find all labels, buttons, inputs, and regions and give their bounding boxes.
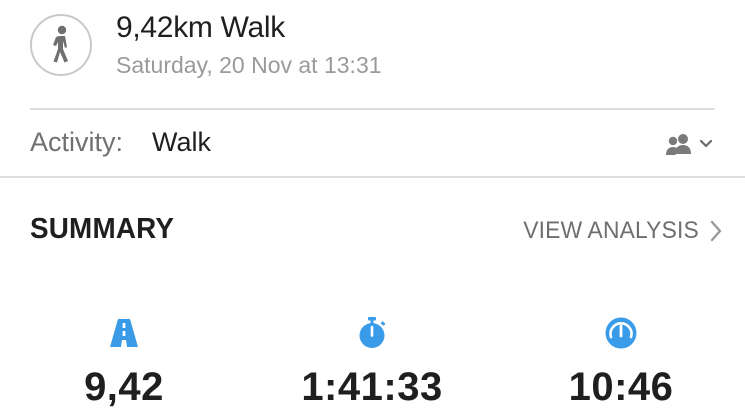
stat-pace-value: 10:46 (568, 365, 674, 409)
people-icon (666, 134, 691, 155)
privacy-dropdown-button[interactable] (664, 130, 718, 160)
road-icon (110, 319, 138, 347)
view-analysis-label: VIEW ANALYSIS (523, 217, 699, 244)
view-analysis-link[interactable]: VIEW ANALYSIS (514, 216, 723, 246)
activity-datetime: Saturday, 20 Nov at 13:31 (116, 52, 382, 78)
chevron-down-icon (699, 139, 713, 148)
activity-type-badge (30, 14, 92, 76)
stat-duration-value: 1:41:33 (301, 365, 443, 409)
activity-type-row[interactable]: Activity: Walk (0, 110, 745, 176)
activity-header: 9,42km Walk Saturday, 20 Nov at 13:31 (0, 0, 745, 108)
activity-type-value: Walk (152, 127, 211, 157)
stat-distance-value: 9,42 (84, 365, 164, 409)
summary-heading: SUMMARY (30, 213, 175, 245)
speedometer-icon (605, 317, 637, 349)
activity-type-label: Activity: (30, 127, 124, 157)
stat-pace: 10:46 (541, 316, 701, 419)
activity-detail-screen: 9,42km Walk Saturday, 20 Nov at 13:31 Ac… (0, 0, 745, 419)
stat-duration: 1:41:33 (292, 316, 452, 419)
stopwatch-icon (359, 317, 386, 348)
activity-title: 9,42km Walk (116, 11, 285, 44)
walking-person-icon (53, 25, 68, 63)
chevron-right-icon (710, 220, 722, 242)
stat-distance: 9,42 (44, 316, 204, 419)
divider (0, 176, 745, 178)
